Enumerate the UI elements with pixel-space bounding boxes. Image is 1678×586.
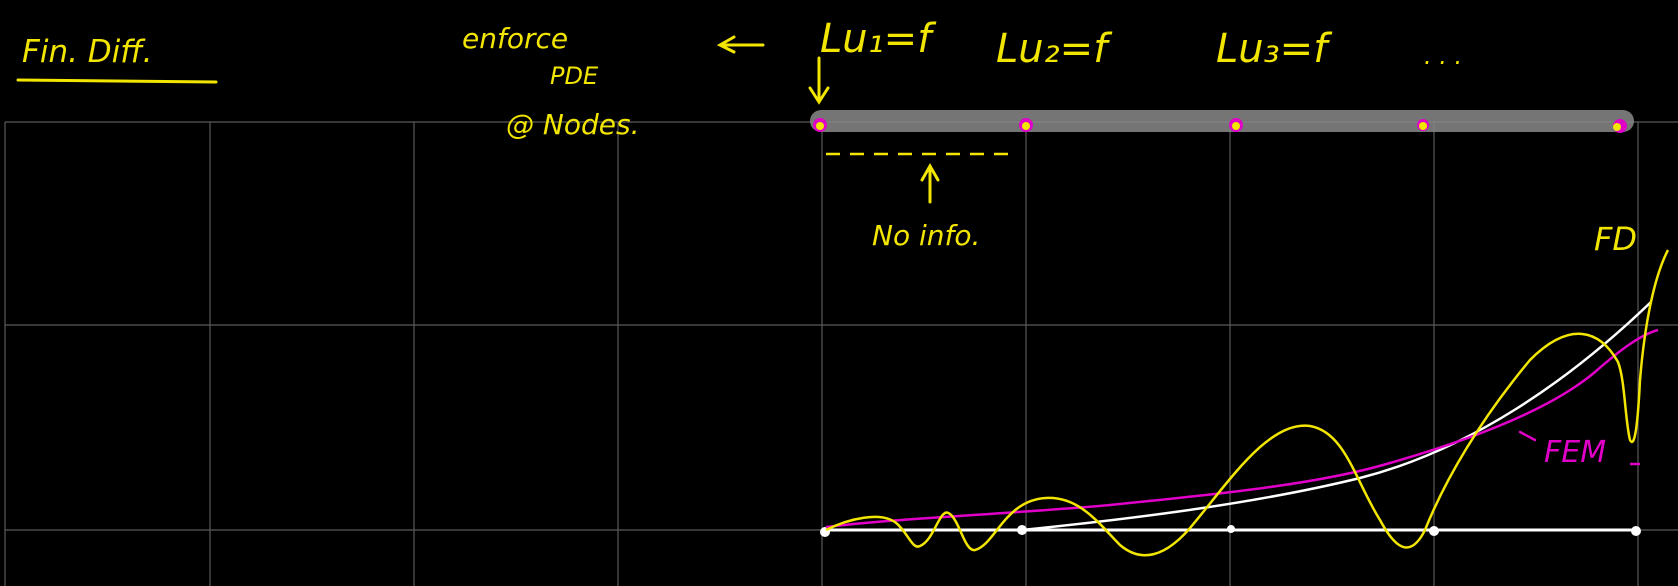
note-enforce: enforce — [462, 22, 568, 55]
fd-solution-curve — [825, 249, 1670, 557]
down-arrow-icon — [808, 56, 830, 105]
background-grid — [4, 121, 1678, 586]
equation-3: Lu₃=f — [1216, 26, 1333, 72]
up-arrow-icon — [920, 162, 940, 204]
exact-solution-curve — [1021, 301, 1652, 532]
note-at-nodes: @ Nodes. — [506, 108, 639, 141]
left-arrow-icon — [716, 35, 765, 54]
fem-label: FEM — [1544, 435, 1606, 470]
whiteboard-canvas: Fin. Diff. enforce PDE @ Nodes. Lu₁=f Lu… — [4, 16, 1678, 586]
fem-pointer — [1518, 430, 1537, 442]
ellipsis: . . . — [1424, 42, 1462, 70]
equation-1: Lu₁=f — [820, 16, 937, 62]
no-info-label: No info. — [872, 219, 980, 252]
fd-label: FD — [1594, 220, 1637, 258]
equation-2: Lu₂=f — [996, 26, 1113, 72]
title-underline — [16, 78, 218, 84]
node-row-highlight — [810, 110, 1634, 132]
note-pde: PDE — [550, 62, 599, 90]
fem-solution-curve — [825, 328, 1659, 529]
title: Fin. Diff. — [22, 34, 153, 70]
